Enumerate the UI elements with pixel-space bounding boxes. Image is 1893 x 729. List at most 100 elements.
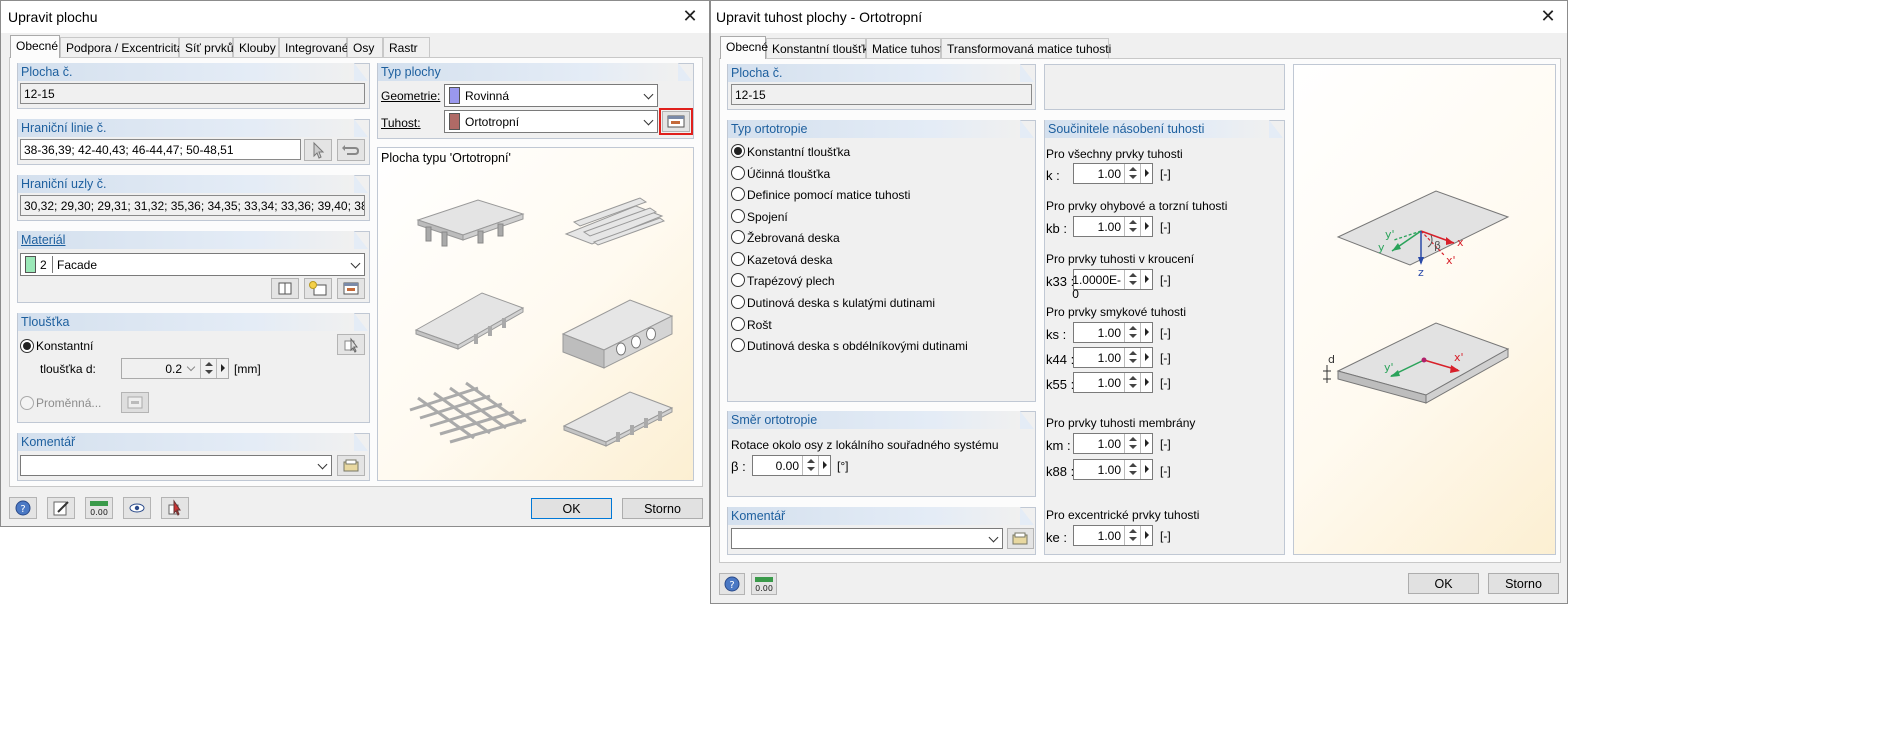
comment-library-button[interactable]	[337, 455, 365, 476]
k88-arrow-right-icon[interactable]	[1140, 460, 1152, 479]
edit-stiffness-button[interactable]	[662, 111, 690, 132]
reverse-lines-button[interactable]	[337, 139, 365, 161]
new-material-button[interactable]	[304, 278, 332, 299]
ks-spinner-icon[interactable]	[1124, 323, 1140, 342]
close-icon[interactable]: ✕	[679, 5, 701, 27]
tab-integrated[interactable]: Integrované	[279, 37, 348, 57]
ke-input[interactable]: 1.00	[1073, 525, 1153, 546]
beta-arrow-right-icon[interactable]	[818, 456, 830, 475]
radio-grillage[interactable]	[731, 317, 745, 331]
ok-button[interactable]: OK	[1408, 573, 1479, 594]
radio-hollow-core-rect[interactable]	[731, 338, 745, 352]
k-input[interactable]: 1.00	[1073, 163, 1153, 184]
tab-general[interactable]: Obecné	[720, 36, 768, 59]
km-input[interactable]: 1.00	[1073, 433, 1153, 454]
k44-arrow-right-icon[interactable]	[1140, 348, 1152, 367]
ks-arrow-right-icon[interactable]	[1140, 323, 1152, 342]
radio-trapezoidal-sheet[interactable]	[731, 273, 745, 287]
tab-general[interactable]: Obecné	[10, 35, 60, 58]
comment-library-button[interactable]	[1007, 528, 1034, 549]
tab-grid[interactable]: Rastr	[383, 37, 430, 57]
tab-transformed-matrix[interactable]: Transformovaná matice tuhosti	[941, 38, 1111, 58]
k-spinner-icon[interactable]	[1124, 164, 1140, 183]
kb-input[interactable]: 1.00	[1073, 216, 1153, 237]
k44-spinner-icon[interactable]	[1124, 348, 1140, 367]
radio-ribbed-slab[interactable]	[731, 230, 745, 244]
beta-input[interactable]: 0.00	[752, 455, 831, 476]
radio-stiffness-matrix[interactable]	[731, 187, 745, 201]
help-button[interactable]: ?	[719, 573, 745, 595]
option-constant-thickness[interactable]: Konstantní tloušťka	[747, 145, 850, 159]
option-trapezoidal-sheet[interactable]: Trapézový plech	[747, 274, 835, 288]
k88-input[interactable]: 1.00	[1073, 459, 1153, 480]
pick-lines-button[interactable]	[304, 139, 332, 161]
surface-number-field[interactable]: 12-15	[731, 84, 1032, 105]
material-library-button[interactable]	[271, 278, 299, 299]
k55-spinner-icon[interactable]	[1124, 373, 1140, 392]
k55-input[interactable]: 1.00	[1073, 372, 1153, 393]
edit-material-button[interactable]	[337, 278, 365, 299]
k33-spinner-icon[interactable]	[1124, 270, 1140, 289]
option-grillage[interactable]: Rošt	[747, 318, 772, 332]
km-spinner-icon[interactable]	[1124, 434, 1140, 453]
k-arrow-right-icon[interactable]	[1140, 164, 1152, 183]
option-hollow-core-rect[interactable]: Dutinová deska s obdélníkovými dutinami	[747, 339, 968, 353]
ks-input[interactable]: 1.00	[1073, 322, 1153, 343]
km-arrow-right-icon[interactable]	[1140, 434, 1152, 453]
tab-hinges[interactable]: Klouby	[233, 37, 279, 57]
option-stiffness-matrix[interactable]: Definice pomocí matice tuhosti	[747, 188, 910, 202]
radio-constant-thickness[interactable]	[731, 144, 745, 158]
ok-button[interactable]: OK	[531, 498, 612, 519]
thickness-edit-button[interactable]	[337, 334, 365, 355]
thickness-d-input[interactable]: 0.2	[121, 358, 229, 379]
radio-waffle-slab[interactable]	[731, 252, 745, 266]
boundary-lines-field[interactable]: 38-36,39; 42-40,43; 46-44,47; 50-48,51	[20, 139, 301, 160]
option-waffle-slab[interactable]: Kazetová deska	[747, 253, 832, 267]
boundary-nodes-field[interactable]: 30,32; 29,30; 29,31; 31,32; 35,36; 34,35…	[20, 195, 365, 216]
surface-number-field[interactable]: 12-15	[20, 83, 365, 104]
k88-spinner-icon[interactable]	[1124, 460, 1140, 479]
beta-spinner-icon[interactable]	[802, 456, 818, 475]
k33-arrow-right-icon[interactable]	[1140, 270, 1152, 289]
option-hollow-core-round[interactable]: Dutinová deska s kulatými dutinami	[747, 296, 935, 310]
tab-stiffness-matrix[interactable]: Matice tuhosti	[866, 38, 946, 58]
tab-constant-thickness[interactable]: Konstantní tloušťka	[766, 38, 875, 58]
close-icon[interactable]: ✕	[1537, 5, 1559, 27]
option-effective-thickness[interactable]: Účinná tloušťka	[747, 167, 830, 181]
cancel-button[interactable]: Storno	[622, 498, 703, 519]
edit-button[interactable]	[47, 497, 75, 519]
option-ribbed-slab[interactable]: Žebrovaná deska	[747, 231, 840, 245]
radio-coupling[interactable]	[731, 209, 745, 223]
radio-hollow-core-round[interactable]	[731, 295, 745, 309]
geometry-combo[interactable]: Rovinná	[444, 84, 658, 107]
option-coupling[interactable]: Spojení	[747, 210, 788, 224]
constant-thickness-radio[interactable]	[20, 339, 34, 353]
select-in-graphics-button[interactable]	[161, 497, 189, 519]
thickness-spinner-icon[interactable]	[200, 359, 216, 378]
k55-arrow-right-icon[interactable]	[1140, 373, 1152, 392]
ke-arrow-right-icon[interactable]	[1140, 526, 1152, 545]
material-combo[interactable]: 2 Facade	[20, 253, 365, 276]
variable-thickness-radio[interactable]	[20, 396, 34, 410]
kb-arrow-right-icon[interactable]	[1140, 217, 1152, 236]
k44-input[interactable]: 1.00	[1073, 347, 1153, 368]
k33-input[interactable]: 1.0000E-0	[1072, 269, 1153, 301]
tab-mesh[interactable]: Síť prvků	[179, 37, 234, 57]
tab-support-eccentricity[interactable]: Podpora / Excentricita	[60, 37, 183, 57]
title-bar: Upravit tuhost plochy - Ortotropní ✕	[711, 1, 1567, 33]
cancel-button[interactable]: Storno	[1488, 573, 1559, 594]
variable-thickness-button[interactable]	[121, 392, 149, 413]
units-button[interactable]: 0.00	[85, 497, 113, 519]
units-button[interactable]: 0.00	[751, 573, 777, 595]
kb-spinner-icon[interactable]	[1124, 217, 1140, 236]
comment-combo[interactable]	[20, 455, 332, 476]
ks-value: 1.00	[1097, 326, 1121, 340]
help-button[interactable]: ?	[9, 497, 37, 519]
ke-spinner-icon[interactable]	[1124, 526, 1140, 545]
stiffness-combo[interactable]: Ortotropní	[444, 110, 658, 133]
radio-effective-thickness[interactable]	[731, 166, 745, 180]
view-button[interactable]	[123, 497, 151, 519]
comment-combo[interactable]	[731, 528, 1003, 549]
thickness-arrow-right-icon[interactable]	[216, 359, 228, 378]
tab-axes[interactable]: Osy	[347, 37, 383, 57]
